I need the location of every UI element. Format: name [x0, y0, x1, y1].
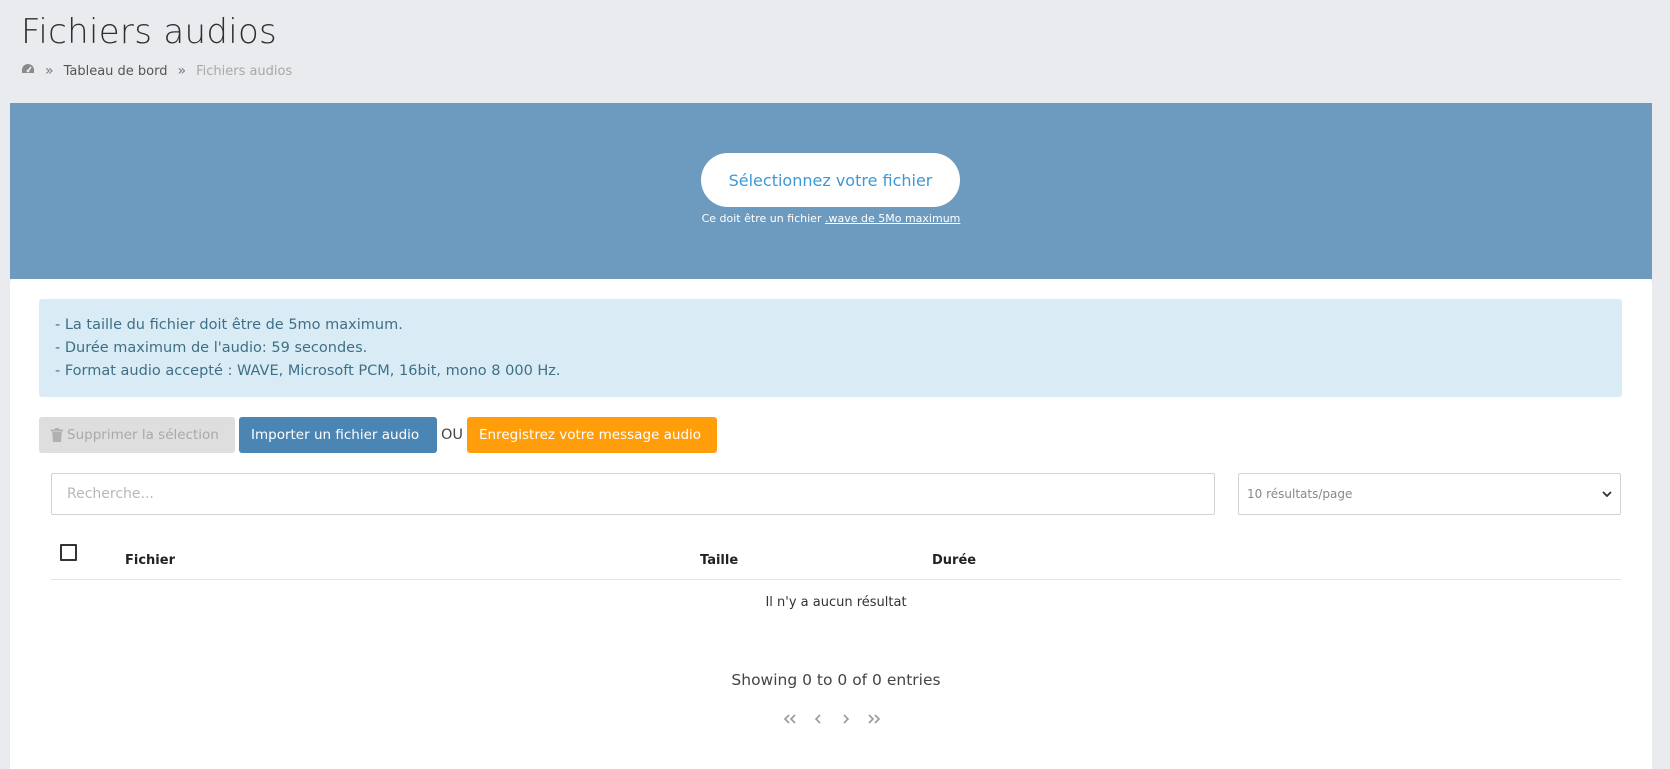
breadcrumb-separator: » [177, 63, 187, 79]
delete-selection-button[interactable]: Supprimer la sélection [39, 417, 235, 453]
empty-table-message: Il n'y a aucun résultat [765, 595, 907, 610]
pagination-summary: Showing 0 to 0 of 0 entries [731, 671, 941, 689]
page-size-select[interactable]: 10 résultats/page [1238, 473, 1621, 515]
audio-files-card: - La taille du fichier doit être de 5mo … [10, 279, 1652, 769]
select-all-checkbox[interactable] [60, 544, 77, 561]
column-header-size[interactable]: Taille [700, 553, 738, 568]
last-page-icon[interactable] [863, 711, 885, 727]
info-line: - La taille du fichier doit être de 5mo … [55, 317, 403, 333]
upload-hint: Ce doit être un fichier .wave de 5Mo max… [10, 212, 1652, 225]
upload-banner: Sélectionnez votre fichier Ce doit être … [10, 103, 1652, 279]
info-line: - Durée maximum de l'audio: 59 secondes. [55, 340, 368, 356]
breadcrumb-item-current: Fichiers audios [196, 63, 293, 79]
previous-page-icon[interactable] [807, 711, 829, 727]
search-input[interactable] [51, 473, 1215, 515]
info-line: - Format audio accepté : WAVE, Microsoft… [55, 363, 561, 379]
record-audio-button[interactable]: Enregistrez votre message audio [467, 417, 718, 453]
dashboard-icon[interactable] [21, 63, 35, 79]
delete-selection-label: Supprimer la sélection [67, 427, 219, 443]
trash-icon [51, 428, 63, 442]
breadcrumb-item-dashboard[interactable]: Tableau de bord [64, 64, 168, 79]
upload-hint-link[interactable]: .wave de 5Mo maximum [825, 212, 960, 225]
column-header-file[interactable]: Fichier [125, 553, 175, 568]
or-separator: OU [441, 427, 464, 443]
page-title: Fichiers audios [21, 12, 278, 52]
actions-toolbar: Supprimer la sélection Importer un fichi… [39, 417, 718, 453]
table-header: Fichier Taille Durée [51, 539, 1621, 580]
pagination [779, 711, 891, 727]
info-box: - La taille du fichier doit être de 5mo … [39, 299, 1622, 397]
import-audio-button[interactable]: Importer un fichier audio [239, 417, 437, 453]
column-header-duration[interactable]: Durée [932, 553, 976, 568]
upload-hint-text: Ce doit être un fichier [701, 212, 825, 225]
first-page-icon[interactable] [779, 711, 801, 727]
breadcrumb: » Tableau de bord » Fichiers audios [21, 63, 292, 79]
chevron-down-icon [1602, 490, 1612, 497]
breadcrumb-separator: » [45, 63, 54, 79]
page-size-value: 10 résultats/page [1247, 487, 1353, 501]
select-file-button[interactable]: Sélectionnez votre fichier [701, 153, 960, 207]
next-page-icon[interactable] [835, 711, 857, 727]
